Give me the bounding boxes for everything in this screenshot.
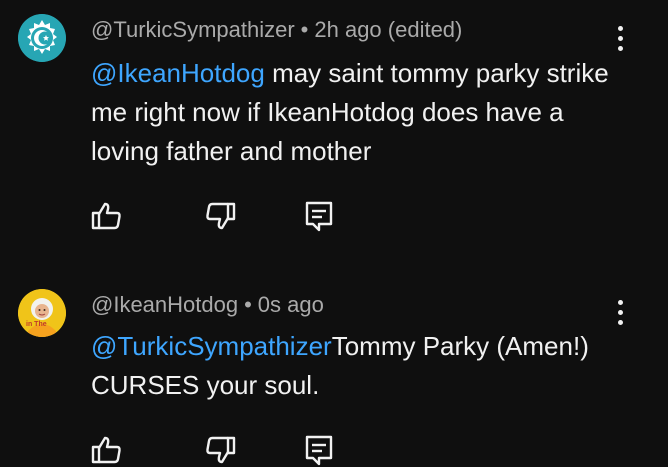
thumbs-up-icon xyxy=(91,202,121,230)
like-button[interactable] xyxy=(90,199,124,233)
portrait-photo-icon: in The xyxy=(18,289,66,337)
crescent-star-emblem-icon xyxy=(18,14,66,62)
separator: • xyxy=(244,292,252,317)
reply-button[interactable] xyxy=(302,433,336,467)
more-vert-icon[interactable] xyxy=(606,21,634,55)
comment-text: @IkeanHotdog may saint tommy parky strik… xyxy=(91,54,631,171)
avatar[interactable] xyxy=(18,14,66,62)
avatar[interactable]: in The xyxy=(18,289,66,337)
more-vert-icon[interactable] xyxy=(606,295,634,329)
mention-link[interactable]: @TurkicSympathizer xyxy=(91,331,332,361)
dislike-button[interactable] xyxy=(203,199,237,233)
reply-icon xyxy=(305,435,333,466)
author-name[interactable]: @IkeanHotdog xyxy=(91,292,238,317)
separator: • xyxy=(300,17,309,42)
comment-header: @TurkicSympathizer • 2h ago (edited) xyxy=(91,17,462,43)
dislike-button[interactable] xyxy=(203,433,237,467)
timestamp[interactable]: 2h ago (edited) xyxy=(314,17,462,42)
thumbs-down-icon xyxy=(206,202,236,230)
comment-text: @TurkicSympathizerTommy Parky (Amen!) CU… xyxy=(91,327,631,405)
thumbs-up-icon xyxy=(91,436,121,464)
comment-header: @IkeanHotdog • 0s ago xyxy=(91,292,324,318)
avatar-label: in The xyxy=(26,321,47,328)
mention-link[interactable]: @IkeanHotdog xyxy=(91,58,265,88)
timestamp[interactable]: 0s ago xyxy=(258,292,324,317)
reply-button[interactable] xyxy=(302,199,336,233)
author-name[interactable]: @TurkicSympathizer xyxy=(91,17,295,42)
reply-icon xyxy=(305,201,333,232)
thumbs-down-icon xyxy=(206,436,236,464)
like-button[interactable] xyxy=(90,433,124,467)
